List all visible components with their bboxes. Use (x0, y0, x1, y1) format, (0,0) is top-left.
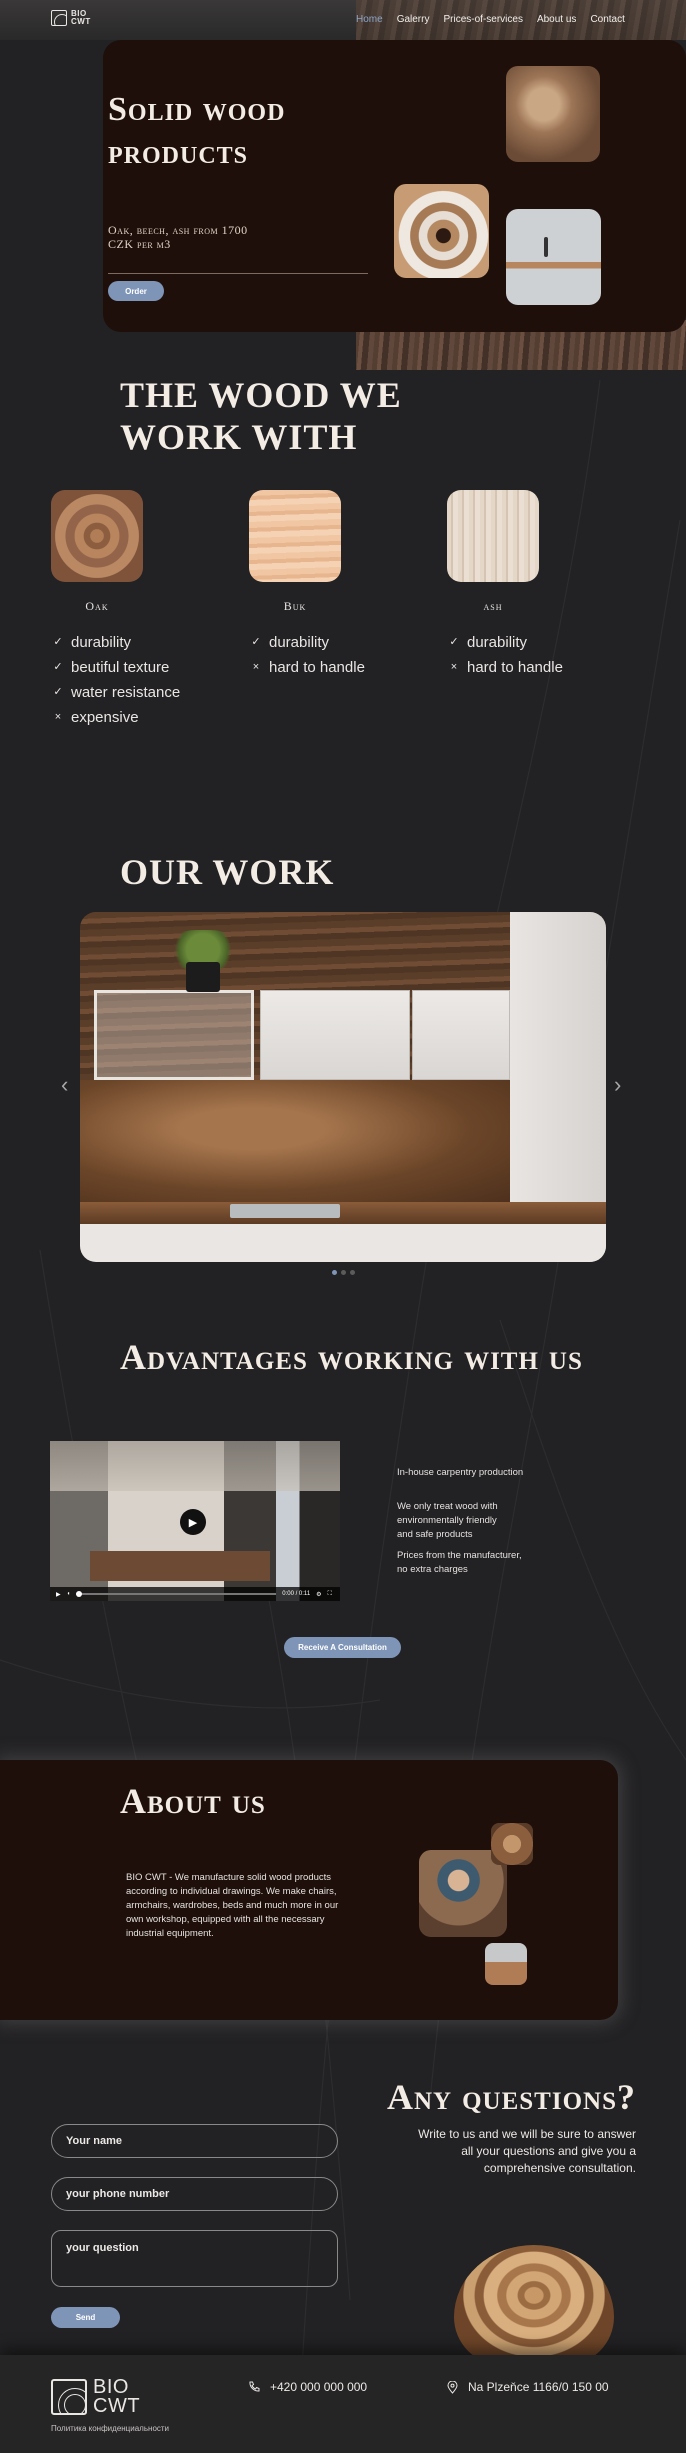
list-item: × hard to handle (449, 655, 563, 680)
gallery-dot[interactable] (341, 1270, 346, 1275)
check-icon: ✓ (53, 686, 63, 698)
wood-stump-image (454, 2245, 614, 2365)
hero-divider (108, 273, 368, 274)
footer-phone[interactable]: +420 000 000 000 (248, 2380, 367, 2394)
advantage-item: In-house carpentry production (397, 1467, 524, 1478)
hero-title: Solid wood products (108, 91, 286, 171)
volume-icon[interactable]: ◖ (67, 1591, 71, 1597)
hero-photo-table (506, 209, 601, 305)
order-button[interactable]: Order (108, 281, 164, 301)
list-item: ✓ beutiful texture (53, 655, 180, 680)
kitchen-shelf (94, 990, 254, 1080)
gallery-dots (332, 1270, 355, 1275)
list-item: × hard to handle (251, 655, 365, 680)
gallery-next-arrow-icon[interactable]: › (614, 1072, 621, 1098)
phone-input[interactable] (51, 2177, 338, 2211)
logo-text-line2: CWT (71, 17, 91, 26)
play-small-icon[interactable]: ▶ (56, 1591, 61, 1598)
nav-contact[interactable]: Contact (590, 14, 624, 25)
list-item: ✓ durability (449, 630, 563, 655)
about-photo-workshop (485, 1943, 527, 1985)
wood-card-oak (51, 490, 143, 582)
play-icon[interactable]: ▶ (180, 1509, 206, 1535)
check-icon: ✓ (449, 636, 459, 648)
list-item: ✓ durability (251, 630, 365, 655)
wood-name-oak: Oak (85, 599, 109, 613)
nav-about[interactable]: About us (537, 14, 576, 25)
questions-heading: Any questions? (387, 2077, 636, 2117)
check-icon: ✓ (53, 636, 63, 648)
questions-subtitle: Write to us and we will be sure to answe… (418, 2127, 636, 2175)
video-progress[interactable] (76, 1591, 277, 1597)
about-photo-wood-slice (491, 1823, 533, 1865)
advantage-item: We only treat wood with environmentally … (397, 1501, 498, 1540)
list-item: ✓ water resistance (53, 680, 180, 705)
about-heading: About us (120, 1781, 266, 1821)
gallery-dot[interactable] (332, 1270, 337, 1275)
hero-subtitle-line2: CZK per m3 (108, 237, 171, 251)
list-item: ✓ durability (53, 630, 180, 655)
ash-feature-list: ✓ durability × hard to handle (449, 630, 563, 680)
wood-name-ash: ash (483, 599, 503, 613)
video-controls: ▶ ◖ 0:00 / 0:11 ⚙ ⛶ (50, 1587, 340, 1601)
advantages-heading: Advantages working with us (120, 1337, 583, 1377)
oak-feature-list: ✓ durability ✓ beutiful texture ✓ water res… (53, 630, 180, 730)
video-player[interactable]: ▶ ▶ ◖ 0:00 / 0:11 ⚙ ⛶ (50, 1441, 340, 1601)
privacy-policy-link[interactable]: Политика конфиденциальности (51, 2424, 169, 2433)
advantage-item: Prices from the manufacturer, no extra c… (397, 1550, 522, 1575)
gallery-dot[interactable] (350, 1270, 355, 1275)
footer-logo-line2: CWT (93, 2395, 141, 2417)
name-input[interactable] (51, 2124, 338, 2158)
consultation-button[interactable]: Receive A Consultation (284, 1637, 401, 1658)
gallery-prev-arrow-icon[interactable]: ‹ (61, 1072, 68, 1098)
hero-subtitle: Oak, beech, ash from 1700 CZK per m3 (108, 223, 248, 251)
about-text: BIO CWT - We manufacture solid wood prod… (126, 1872, 339, 1939)
buk-feature-list: ✓ durability × hard to handle (251, 630, 365, 680)
work-heading: OUR WORK (120, 852, 335, 892)
cross-icon: × (450, 661, 458, 673)
footer-logo[interactable]: BIO CWT (51, 2377, 141, 2417)
footer-phone-text: +420 000 000 000 (270, 2380, 368, 2394)
fullscreen-icon[interactable]: ⛶ (328, 1591, 332, 1598)
send-button[interactable]: Send (51, 2307, 120, 2328)
wood-heading: THE WOOD WE WORK WITH (120, 375, 402, 457)
nav-prices[interactable]: Prices-of-services (443, 14, 522, 25)
check-icon: ✓ (53, 661, 63, 673)
footer-logo-mark-icon (51, 2379, 87, 2415)
list-item: × expensive (53, 705, 180, 730)
cross-icon: × (252, 661, 260, 673)
question-textarea[interactable] (51, 2230, 338, 2287)
check-icon: ✓ (251, 636, 261, 648)
wood-card-buk (249, 490, 341, 582)
header-logo[interactable]: BIO CWT (51, 10, 91, 26)
footer-address: Na Plzeňce 1166/0 150 00 (447, 2380, 609, 2394)
wood-name-buk: Buk (283, 599, 307, 613)
hero-photo-woodworking (506, 66, 600, 162)
hero-subtitle-line1: Oak, beech, ash from 1700 (108, 223, 248, 237)
settings-icon[interactable]: ⚙ (316, 1591, 321, 1598)
cross-icon: × (54, 711, 62, 723)
phone-icon (249, 2381, 260, 2392)
logo-mark-icon (51, 10, 67, 26)
main-nav: Home Galerry Prices-of-services About us… (356, 14, 625, 25)
wood-card-ash (447, 490, 539, 582)
gallery-slide[interactable] (80, 912, 606, 1262)
nav-gallery[interactable]: Galerry (397, 14, 430, 25)
footer-address-text: Na Plzeňce 1166/0 150 00 (468, 2380, 609, 2394)
nav-home[interactable]: Home (356, 14, 383, 25)
location-pin-icon (447, 2380, 458, 2394)
video-time: 0:00 / 0:11 (282, 1591, 311, 1597)
hero-photo-staircase (394, 184, 489, 278)
